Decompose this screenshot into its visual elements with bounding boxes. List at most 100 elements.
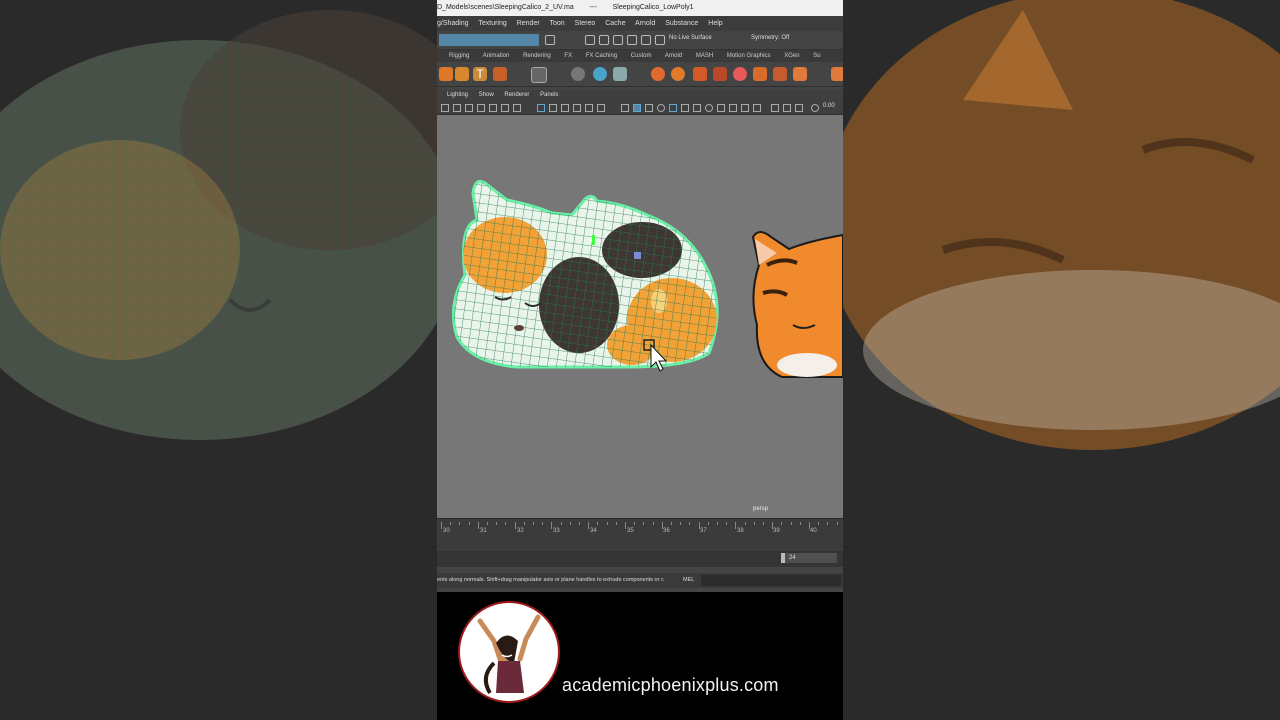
snap-view-icon[interactable] — [641, 35, 651, 45]
lock-icon[interactable] — [545, 35, 555, 45]
shelf-tab-fx-caching[interactable]: FX Caching — [586, 53, 617, 59]
frame-tick-38: 38 — [737, 528, 744, 534]
text-tool-icon[interactable]: T — [473, 67, 487, 81]
viewport-3d[interactable]: persp — [437, 115, 843, 518]
resolution-gate-icon[interactable] — [549, 104, 557, 112]
timeline-tick-mark — [533, 522, 534, 525]
shelf-tab-motion-graphics[interactable]: Motion Graphics — [727, 53, 771, 59]
shelf-tab-substance[interactable]: Su — [813, 53, 820, 59]
current-frame-field[interactable]: 24 — [785, 553, 837, 563]
history-icon[interactable] — [655, 35, 665, 45]
menu-stereo[interactable]: Stereo — [575, 20, 596, 27]
menu-toon[interactable]: Toon — [550, 20, 565, 27]
timeline-tick-mark — [744, 522, 746, 525]
calico-cat-model[interactable] — [437, 175, 737, 395]
motion-blur-icon[interactable] — [717, 104, 725, 112]
menu-help[interactable]: Help — [708, 20, 722, 27]
default-material-icon[interactable] — [645, 104, 653, 112]
sun-icon[interactable] — [613, 67, 627, 81]
snap-grid-icon[interactable] — [585, 35, 595, 45]
panel-toolbar: 0.00 — [437, 101, 843, 115]
menu-render[interactable]: Render — [517, 20, 540, 27]
bookmark-icon[interactable] — [465, 104, 473, 112]
panel-menu-show[interactable]: Show — [479, 92, 494, 98]
curve-tool-icon[interactable] — [455, 67, 469, 81]
isolate-select-icon[interactable] — [753, 104, 761, 112]
mascot-avatar — [458, 601, 560, 703]
grid-icon[interactable] — [531, 67, 547, 83]
grease-pencil-icon[interactable] — [501, 104, 509, 112]
texture-icon[interactable] — [753, 67, 767, 81]
shelf-tab-mash[interactable]: MASH — [696, 53, 713, 59]
snap-surface-icon[interactable] — [627, 35, 637, 45]
aov-icon[interactable] — [773, 67, 787, 81]
xray-components-icon[interactable] — [795, 104, 803, 112]
time-slider[interactable]: 30 31 32 33 34 35 36 37 38 39 40 — [437, 518, 843, 549]
safe-title-icon[interactable] — [597, 104, 605, 112]
xray-joints-icon[interactable] — [783, 104, 791, 112]
panel-menu-panels[interactable]: Panels — [540, 92, 558, 98]
shelf-tab-xgen[interactable]: XGen — [784, 53, 799, 59]
menu-shading[interactable]: g/Shading — [437, 20, 469, 27]
camera-select-icon[interactable] — [441, 104, 449, 112]
range-slider[interactable]: 24 — [437, 550, 843, 567]
xray-icon[interactable] — [771, 104, 779, 112]
command-input[interactable] — [701, 575, 841, 586]
more-shelf-icon[interactable] — [831, 67, 843, 81]
snap-curve-icon[interactable] — [599, 35, 609, 45]
website-url[interactable]: academicphoenixplus.com — [562, 675, 779, 696]
anti-aliasing-icon[interactable] — [729, 104, 737, 112]
gate-mask-icon[interactable] — [561, 104, 569, 112]
panel-menu-renderer[interactable]: Renderer — [504, 92, 529, 98]
shadows-icon[interactable] — [693, 104, 701, 112]
menu-arnold[interactable]: Arnold — [635, 20, 655, 27]
shelf-tab-fx[interactable]: FX — [564, 53, 572, 59]
exposure-icon[interactable] — [811, 104, 819, 112]
2d-pan-icon[interactable] — [489, 104, 497, 112]
field-chart-icon[interactable] — [573, 104, 581, 112]
menu-texturing[interactable]: Texturing — [478, 20, 506, 27]
safe-action-icon[interactable] — [585, 104, 593, 112]
use-lights-icon[interactable] — [681, 104, 689, 112]
camera-lock-icon[interactable] — [453, 104, 461, 112]
live-surface-field[interactable]: No Live Surface — [669, 35, 712, 41]
film-gate-icon[interactable] — [537, 104, 545, 112]
camera-icon[interactable] — [571, 67, 585, 81]
shelf-tab-rendering[interactable]: Rendering — [523, 53, 551, 59]
bake-icon[interactable] — [793, 67, 807, 81]
background-zoom-right — [843, 0, 1280, 720]
selection-mode-buttons[interactable] — [439, 34, 539, 46]
panel-menu-lighting[interactable]: Lighting — [447, 92, 468, 98]
grid-toggle-icon[interactable] — [513, 104, 521, 112]
shelf-tab-custom[interactable]: Custom — [631, 53, 652, 59]
arnold-render-icon[interactable] — [651, 67, 665, 81]
light-icon[interactable] — [593, 67, 607, 81]
menu-substance[interactable]: Substance — [665, 20, 698, 27]
depth-of-field-icon[interactable] — [741, 104, 749, 112]
shelf-tab-arnold[interactable]: Arnold — [665, 53, 682, 59]
ipr-icon[interactable] — [671, 67, 685, 81]
symmetry-dropdown[interactable]: Symmetry: Off — [751, 35, 789, 41]
panel-menu-bar: Lighting Show Renderer Panels — [437, 90, 843, 101]
wireframe-icon[interactable] — [621, 104, 629, 112]
textured-icon[interactable] — [669, 104, 677, 112]
tabby-cat-model[interactable] — [751, 231, 843, 378]
timeline-tick-mark — [505, 522, 507, 525]
shelf-tab-animation[interactable]: Animation — [483, 53, 510, 59]
render-view-icon[interactable] — [693, 67, 707, 81]
material-icon[interactable] — [733, 67, 747, 81]
ambient-occlusion-icon[interactable] — [705, 104, 713, 112]
timeline-tick-mark — [441, 522, 442, 529]
smooth-shade-icon[interactable] — [633, 104, 641, 112]
svg-tool-icon[interactable] — [493, 67, 507, 81]
select-tool-icon[interactable] — [439, 67, 453, 81]
shaded-wireframe-icon[interactable] — [657, 104, 665, 112]
shader-icon[interactable] — [713, 67, 727, 81]
shelf-bar: T — [437, 62, 843, 87]
image-plane-icon[interactable] — [477, 104, 485, 112]
shelf-tab-rigging[interactable]: Rigging — [449, 53, 469, 59]
menu-cache[interactable]: Cache — [605, 20, 625, 27]
mel-toggle[interactable]: MEL — [683, 573, 694, 588]
snap-point-icon[interactable] — [613, 35, 623, 45]
exposure-value[interactable]: 0.00 — [823, 103, 835, 109]
